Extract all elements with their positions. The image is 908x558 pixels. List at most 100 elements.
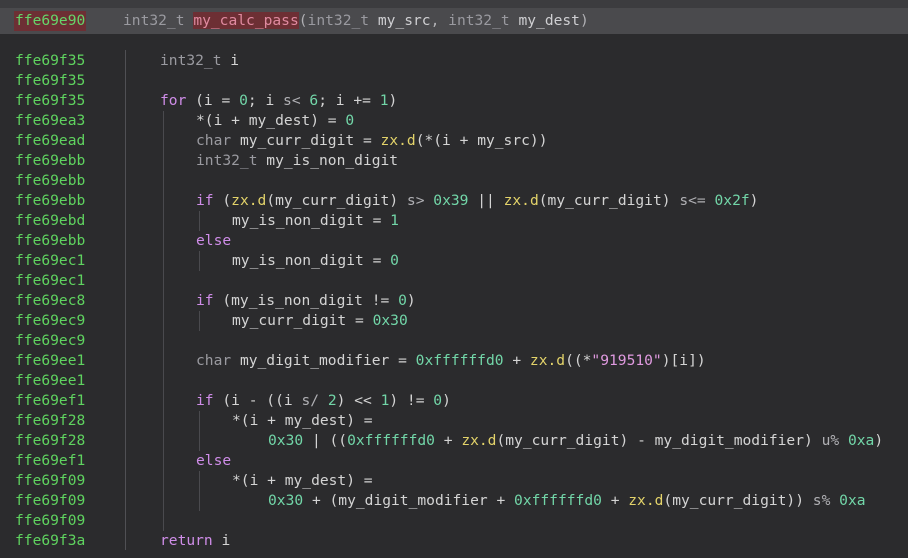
- code-token: my_digit_modifier =: [231, 352, 416, 369]
- code-token: ): [749, 192, 759, 209]
- code-token: *(i + my_dest) =: [232, 412, 373, 429]
- code-line[interactable]: [160, 271, 883, 291]
- code-line[interactable]: if (zx.d(my_curr_digit) s> 0x39 || zx.d(…: [160, 191, 883, 211]
- code-line[interactable]: int32_t i: [160, 51, 883, 71]
- gutter-divider: [125, 50, 126, 550]
- address-label[interactable]: ffe69ee1: [15, 371, 85, 391]
- code-line[interactable]: [160, 331, 883, 351]
- code-token: +: [601, 492, 629, 509]
- address-label[interactable]: ffe69ebb: [15, 171, 85, 191]
- code-line[interactable]: char my_curr_digit = zx.d(*(i + my_src)): [160, 131, 883, 151]
- code-token: 0x39: [433, 192, 469, 209]
- code-token: (: [213, 192, 232, 209]
- code-token: +: [503, 352, 530, 369]
- code-token: ||: [468, 192, 504, 209]
- address-label[interactable]: ffe69f09: [15, 491, 85, 511]
- code-line[interactable]: char my_digit_modifier = 0xffffffd0 + zx…: [160, 351, 883, 371]
- address-label[interactable]: ffe69ebb: [15, 151, 85, 171]
- param-name[interactable]: my_dest: [518, 12, 580, 29]
- code-token: my_curr_digit =: [231, 132, 381, 149]
- code-line[interactable]: else: [160, 451, 883, 471]
- code-line[interactable]: [160, 71, 883, 91]
- code-token: ((*: [565, 352, 592, 369]
- address-label[interactable]: ffe69ec8: [15, 291, 85, 311]
- code-line[interactable]: return i: [160, 531, 883, 551]
- address-label[interactable]: ffe69ebb: [15, 231, 85, 251]
- code-token: 0xffffffd0: [514, 492, 602, 509]
- code-token: char: [196, 352, 232, 369]
- address-label[interactable]: ffe69ea3: [15, 111, 85, 131]
- code-token: if: [196, 192, 214, 209]
- code-line[interactable]: [160, 371, 883, 391]
- code-token: (my_curr_digit): [538, 192, 680, 209]
- code-token: (i - ((i: [213, 392, 302, 409]
- address-label[interactable]: ffe69f3a: [15, 531, 85, 551]
- code-token: 1: [379, 92, 389, 109]
- address-label[interactable]: ffe69f28: [15, 431, 85, 451]
- code-line[interactable]: my_is_non_digit = 0: [160, 251, 883, 271]
- code-line[interactable]: for (i = 0; i s< 6; i += 1): [160, 91, 883, 111]
- code-line[interactable]: 0x30 + (my_digit_modifier + 0xffffffd0 +…: [160, 491, 883, 511]
- code-token: ): [874, 432, 884, 449]
- code-line[interactable]: int32_t my_is_non_digit: [160, 151, 883, 171]
- address-label[interactable]: ffe69ead: [15, 131, 85, 151]
- code-token: 0x30: [268, 492, 304, 509]
- address-label[interactable]: ffe69ee1: [15, 351, 85, 371]
- function-name[interactable]: my_calc_pass: [193, 12, 299, 29]
- address-label[interactable]: ffe69f09: [15, 471, 85, 491]
- code-token: s<: [283, 92, 301, 109]
- code-token: zx.d: [461, 432, 497, 449]
- code-line[interactable]: *(i + my_dest) =: [160, 411, 883, 431]
- code-token: "919510": [591, 352, 662, 369]
- code-token: i: [221, 52, 240, 69]
- address-label[interactable]: ffe69f35: [15, 51, 85, 71]
- code-token: zx.d: [231, 192, 267, 209]
- code-token: *(i + my_dest) =: [232, 472, 373, 489]
- address-label[interactable]: ffe69ebb: [15, 191, 85, 211]
- code-token: 0xffffffd0: [347, 432, 435, 449]
- code-token: | ((: [303, 432, 348, 449]
- code-line[interactable]: [160, 171, 883, 191]
- code-line[interactable]: my_is_non_digit = 1: [160, 211, 883, 231]
- code-token: (*(i + my_src)): [415, 132, 548, 149]
- code-line[interactable]: 0x30 | ((0xffffffd0 + zx.d(my_curr_digit…: [160, 431, 883, 451]
- code-token: ; i +=: [318, 92, 380, 109]
- code-token: return: [160, 532, 213, 549]
- code-line[interactable]: [160, 511, 883, 531]
- address-label[interactable]: ffe69ef1: [15, 451, 85, 471]
- address-label[interactable]: ffe69ec1: [15, 271, 85, 291]
- param-name[interactable]: my_src: [378, 12, 431, 29]
- function-address[interactable]: ffe69e90: [14, 11, 87, 31]
- code-token: +: [434, 432, 462, 449]
- code-token: int32_t: [160, 52, 222, 69]
- address-label[interactable]: ffe69f35: [15, 91, 85, 111]
- code-token: (my_curr_digit)): [663, 492, 813, 509]
- address-label[interactable]: ffe69ec1: [15, 251, 85, 271]
- address-label[interactable]: ffe69ec9: [15, 311, 85, 331]
- address-label[interactable]: ffe69ec9: [15, 331, 85, 351]
- address-label[interactable]: ffe69f28: [15, 411, 85, 431]
- code-token: zx.d: [380, 132, 416, 149]
- code-line[interactable]: *(i + my_dest) = 0: [160, 111, 883, 131]
- address-label[interactable]: ffe69f35: [15, 71, 85, 91]
- code-token: ): [406, 292, 416, 309]
- function-signature-row[interactable]: ffe69e90 int32_t my_calc_pass(int32_t my…: [0, 8, 908, 34]
- code-line[interactable]: else: [160, 231, 883, 251]
- code-line[interactable]: if (my_is_non_digit != 0): [160, 291, 883, 311]
- code-token: zx.d: [503, 192, 539, 209]
- code-token: ): [442, 392, 451, 409]
- code-token: (i =: [186, 92, 240, 109]
- code-token: my_is_non_digit =: [232, 252, 391, 269]
- address-label[interactable]: ffe69f09: [15, 511, 85, 531]
- code-token: for: [160, 92, 187, 109]
- code-line[interactable]: if (i - ((i s/ 2) << 1) != 0): [160, 391, 883, 411]
- code-token: 0xa: [839, 492, 866, 509]
- code-line[interactable]: *(i + my_dest) =: [160, 471, 883, 491]
- address-label[interactable]: ffe69ebd: [15, 211, 85, 231]
- code-line[interactable]: my_curr_digit = 0x30: [160, 311, 883, 331]
- address-label[interactable]: ffe69ef1: [15, 391, 85, 411]
- code-token: )[i]): [661, 352, 706, 369]
